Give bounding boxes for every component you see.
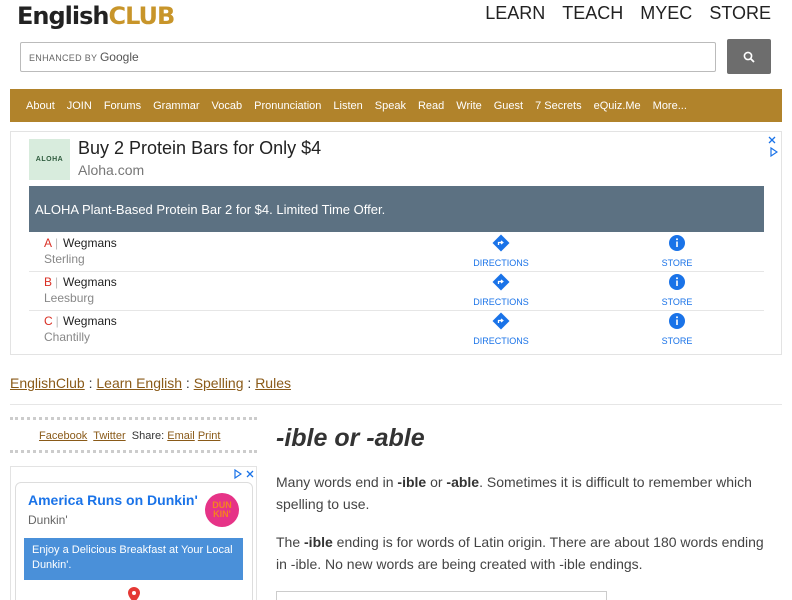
logo-english: English [17,2,109,30]
divider [10,404,782,405]
location-letter: C | [44,314,59,328]
dunkin-logo: DUN KIN' [205,493,239,527]
share-email-link[interactable]: Email [167,430,195,442]
topnav-myec[interactable]: MYEC [640,3,692,24]
ad-choices-icon[interactable] [234,469,242,479]
breadcrumb: EnglishClub : Learn English : Spelling :… [10,375,291,391]
location-name: Wegmans [63,275,117,289]
share-facebook-link[interactable]: Facebook [39,430,87,442]
article-paragraph: The -ible ending is for words of Latin o… [276,534,764,572]
location-name: Wegmans [63,236,117,250]
directions-icon [492,273,510,291]
breadcrumb-spelling[interactable]: Spelling [194,375,244,391]
directions-button[interactable]: DIRECTIONS [456,312,546,346]
ad-domain: Aloha.com [78,162,145,178]
location-row[interactable]: B | Wegmans Leesburg DIRECTIONS STORE [29,272,764,311]
topnav-store[interactable]: STORE [709,3,771,24]
store-info-button[interactable]: STORE [632,234,722,268]
nav-speak[interactable]: Speak [375,100,406,112]
share-twitter-link[interactable]: Twitter [93,430,125,442]
nav-equiz[interactable]: eQuiz.Me [594,100,641,112]
share-label: Share: [131,430,165,442]
location-city: Chantilly [44,330,91,344]
share-print-link[interactable]: Print [198,430,221,442]
topnav-teach[interactable]: TEACH [562,3,623,24]
ad-banner[interactable]: ALOHA Plant-Based Protein Bar 2 for $4. … [29,186,764,232]
logo-club: CLUB [108,2,175,30]
nav-7-secrets[interactable]: 7 Secrets [535,100,581,112]
location-name: Wegmans [63,314,117,328]
nav-grammar[interactable]: Grammar [153,100,199,112]
directions-button[interactable]: DIRECTIONS [456,273,546,307]
breadcrumb-rules[interactable]: Rules [255,375,291,391]
ad-aloha[interactable]: ALOHA Buy 2 Protein Bars for Only $4 Alo… [10,131,782,355]
ad-close-icon[interactable] [245,469,255,479]
directions-icon [492,234,510,252]
search-icon [743,51,755,63]
top-nav: LEARN TEACH MYEC STORE [485,3,771,24]
location-city: Sterling [44,252,85,266]
topnav-learn[interactable]: LEARN [485,3,545,24]
nav-about[interactable]: About [26,100,55,112]
nav-read[interactable]: Read [418,100,444,112]
search-branding: ENHANCED BY Google [29,50,139,64]
search-button[interactable] [727,39,771,74]
main-nav: About JOIN Forums Grammar Vocab Pronunci… [10,89,782,122]
ad-headline[interactable]: America Runs on Dunkin' [28,492,198,508]
nav-forums[interactable]: Forums [104,100,141,112]
page-title: -ible or -able [276,424,425,452]
nav-more[interactable]: More... [653,100,687,112]
share-bar: Facebook Twitter Share: Email Print [10,417,257,453]
nav-guest[interactable]: Guest [494,100,523,112]
nav-listen[interactable]: Listen [333,100,362,112]
map-pin-icon [128,587,140,600]
ad-logo: ALOHA [29,139,70,180]
location-row[interactable]: A | Wegmans Sterling DIRECTIONS STORE [29,233,764,272]
location-letter: B | [44,275,59,289]
ad-dunkin[interactable]: America Runs on Dunkin' Dunkin' DUN KIN' … [10,466,257,600]
ad-close-icon[interactable] [767,135,777,145]
directions-button[interactable]: DIRECTIONS [456,234,546,268]
ad-headline[interactable]: Buy 2 Protein Bars for Only $4 [78,138,321,159]
article-paragraph: Many words end in -ible or -able. Someti… [276,474,752,512]
nav-write[interactable]: Write [456,100,481,112]
breadcrumb-learn-english[interactable]: Learn English [96,375,182,391]
store-info-button[interactable]: STORE [632,312,722,346]
site-logo[interactable]: EnglishCLUB [17,2,175,30]
nav-vocab[interactable]: Vocab [212,100,243,112]
info-icon [669,274,685,290]
ad-banner[interactable]: Enjoy a Delicious Breakfast at Your Loca… [24,538,243,580]
location-city: Leesburg [44,291,95,305]
info-icon [669,235,685,251]
breadcrumb-englishclub[interactable]: EnglishClub [10,375,85,391]
location-letter: A | [44,236,59,250]
search-input[interactable]: ENHANCED BY Google [20,42,716,72]
nav-join[interactable]: JOIN [67,100,92,112]
nav-pronunciation[interactable]: Pronunciation [254,100,321,112]
directions-icon [492,312,510,330]
content-box [276,591,607,600]
ad-choices-icon[interactable] [770,147,778,157]
ad-domain: Dunkin' [28,513,68,527]
info-icon [669,313,685,329]
ad-card[interactable]: America Runs on Dunkin' Dunkin' DUN KIN' … [15,482,253,600]
store-info-button[interactable]: STORE [632,273,722,307]
location-row[interactable]: C | Wegmans Chantilly DIRECTIONS STORE [29,311,764,350]
